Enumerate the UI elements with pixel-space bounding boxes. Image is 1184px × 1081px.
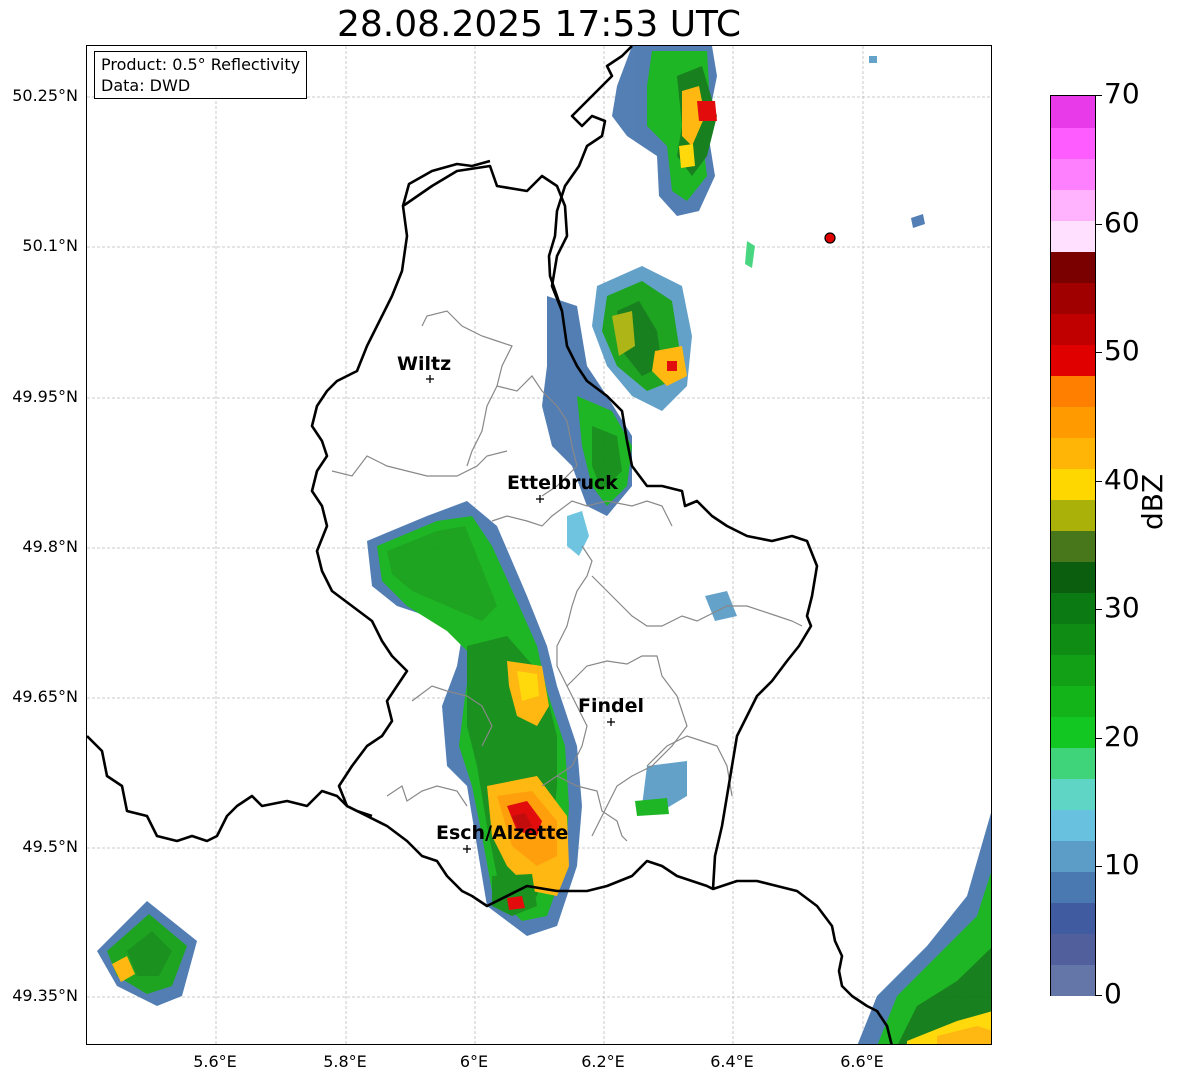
colorbar-segment: [1051, 313, 1095, 345]
colorbar-tick-label: 70: [1104, 77, 1140, 110]
colorbar-segment: [1051, 189, 1095, 221]
radar-echoes: [97, 46, 991, 1044]
colorbar-segment: [1051, 778, 1095, 810]
city-label-wiltz: Wiltz: [397, 353, 451, 375]
colorbar-tick-mark: [1096, 995, 1102, 996]
x-tick: 6.4°E: [710, 1052, 754, 1071]
y-tick: 49.35°N: [12, 986, 78, 1005]
colorbar-segment: [1051, 530, 1095, 562]
y-tick: 49.95°N: [12, 387, 78, 406]
colorbar-segment: [1051, 809, 1095, 841]
colorbar-segment: [1051, 437, 1095, 469]
city-label-ettelbruck: Ettelbruck: [507, 472, 618, 494]
radar-site-marker: [824, 232, 836, 244]
product-info-box: Product: 0.5° Reflectivity Data: DWD: [94, 51, 308, 99]
colorbar-segment: [1051, 468, 1095, 500]
city-label-esch-alzette: Esch/Alzette: [436, 822, 568, 844]
colorbar-segment: [1051, 933, 1095, 965]
colorbar-segment: [1051, 654, 1095, 686]
colorbar-segment: [1051, 251, 1095, 283]
colorbar-segment: [1051, 344, 1095, 376]
colorbar-tick-label: 20: [1104, 719, 1140, 753]
y-tick: 49.8°N: [22, 537, 78, 556]
map-canvas: Wiltz Ettelbruck Findel Esch/Alzette: [87, 46, 991, 1044]
city-label-findel: Findel: [578, 695, 644, 717]
x-tick: 6°E: [459, 1052, 489, 1071]
colorbar-segment: [1051, 623, 1095, 655]
colorbar-tick-mark: [1096, 737, 1102, 739]
colorbar-tick-mark: [1096, 866, 1102, 868]
colorbar-tick-mark: [1096, 609, 1102, 611]
colorbar-segment: [1051, 902, 1095, 934]
colorbar-segment: [1051, 96, 1095, 128]
colorbar-segment: [1051, 406, 1095, 438]
radar-map: Wiltz Ettelbruck Findel Esch/Alzette: [86, 45, 992, 1045]
colorbar-tick-label: 40: [1104, 462, 1140, 496]
product-label: Product: 0.5° Reflectivity: [101, 55, 301, 74]
x-tick: 6.6°E: [840, 1052, 884, 1071]
colorbar-tick-label: 30: [1104, 591, 1140, 625]
colorbar-segment: [1051, 127, 1095, 159]
colorbar-segment: [1051, 220, 1095, 252]
colorbar-tick-label: 60: [1104, 205, 1140, 239]
colorbar-segment: [1051, 840, 1095, 872]
map-title: 28.08.2025 17:53 UTC: [336, 4, 742, 45]
colorbar-tick-label: 0: [1104, 977, 1122, 1010]
colorbar: [1050, 95, 1096, 996]
colorbar-segment: [1051, 964, 1095, 996]
y-tick: 50.1°N: [22, 236, 78, 255]
x-tick: 6.2°E: [581, 1052, 625, 1071]
colorbar-segment: [1051, 158, 1095, 190]
colorbar-segment: [1051, 499, 1095, 531]
colorbar-tick-mark: [1096, 480, 1102, 482]
y-tick: 50.25°N: [12, 86, 78, 105]
colorbar-tick-mark: [1096, 352, 1102, 354]
colorbar-segment: [1051, 685, 1095, 717]
colorbar-segment: [1051, 561, 1095, 593]
data-source-label: Data: DWD: [101, 76, 191, 95]
x-tick: 5.6°E: [193, 1052, 237, 1071]
colorbar-segment: [1051, 592, 1095, 624]
colorbar-tick-mark: [1096, 95, 1102, 96]
x-tick: 5.8°E: [323, 1052, 367, 1071]
colorbar-tick-mark: [1096, 223, 1102, 225]
y-tick: 49.65°N: [12, 687, 78, 706]
colorbar-label: dBZ: [1136, 473, 1169, 530]
colorbar-segment: [1051, 871, 1095, 903]
colorbar-segment: [1051, 375, 1095, 407]
colorbar-tick-label: 50: [1104, 334, 1140, 368]
colorbar-segment: [1051, 282, 1095, 314]
colorbar-segment: [1051, 747, 1095, 779]
colorbar-segment: [1051, 716, 1095, 748]
y-tick: 49.5°N: [22, 837, 78, 856]
colorbar-tick-label: 10: [1104, 848, 1140, 882]
